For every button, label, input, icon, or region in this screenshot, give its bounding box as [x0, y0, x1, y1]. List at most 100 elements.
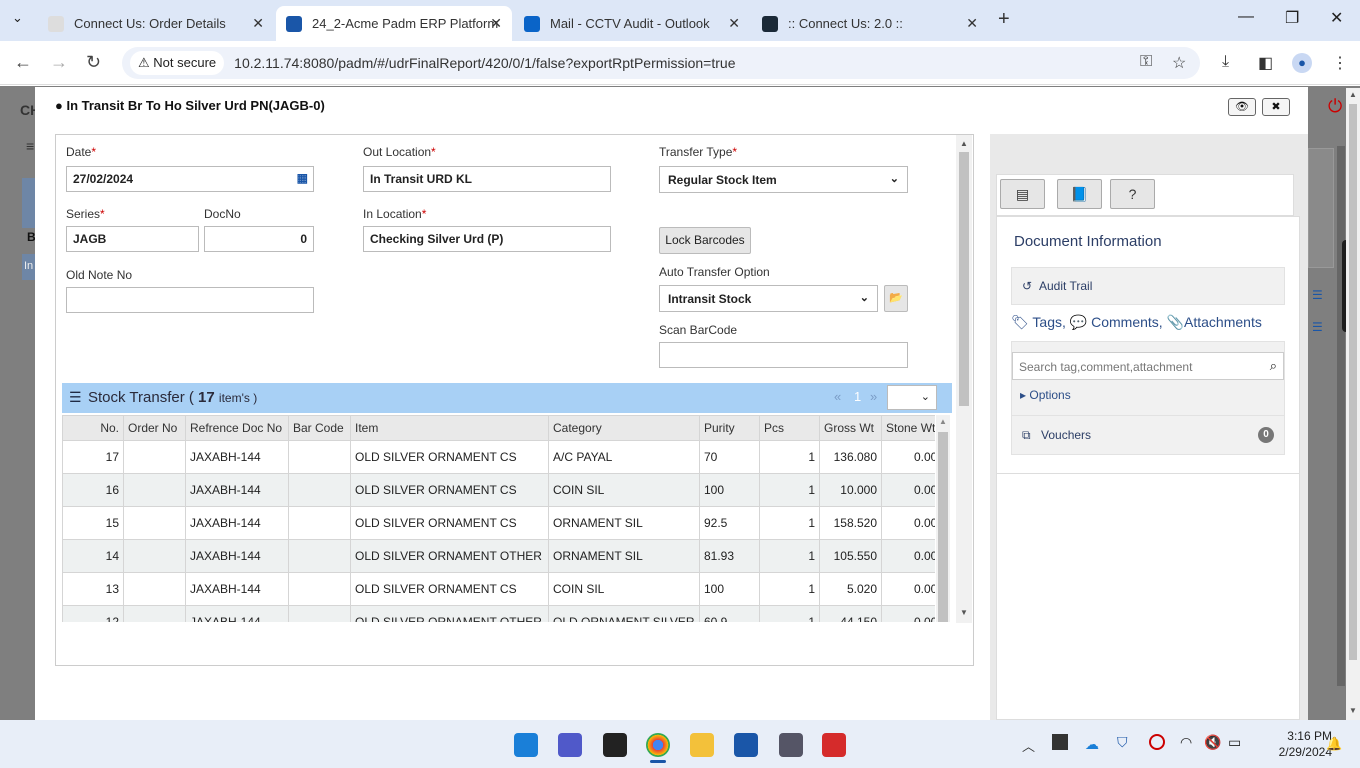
scrollbar-thumb[interactable] [1349, 104, 1357, 660]
back-icon[interactable]: ← [14, 52, 32, 73]
column-header[interactable]: Purity [699, 415, 760, 441]
scrollbar-thumb[interactable] [959, 152, 969, 406]
table-row[interactable]: 15 JAXABH-144 OLD SILVER ORNAMENT CS ORNAME… [62, 506, 935, 540]
new-tab-icon[interactable]: + [998, 8, 1010, 31]
scroll-up-icon[interactable]: ▲ [1349, 90, 1357, 99]
bg-scrollbar[interactable] [1337, 146, 1345, 686]
out-location-input[interactable]: In Transit URD KL [363, 166, 611, 192]
document-list-button[interactable]: ▤ [1000, 179, 1045, 209]
in-location-input[interactable]: Checking Silver Urd (P) [363, 226, 611, 252]
column-header[interactable]: Item [350, 415, 549, 441]
forward-icon[interactable]: → [50, 52, 68, 73]
tags-link[interactable]: Tags, [1032, 314, 1065, 330]
clock-time[interactable]: 3:16 PM [1270, 729, 1332, 743]
pager-prev[interactable]: « [834, 389, 841, 404]
scan-barcode-input[interactable] [659, 342, 908, 368]
auto-transfer-select[interactable]: Intransit Stock ⌄ [659, 285, 878, 312]
close-tab-icon[interactable]: ✕ [966, 15, 978, 32]
profile-avatar[interactable]: ● [1292, 53, 1312, 73]
scrollbar-thumb[interactable] [938, 432, 948, 622]
chevron-up-icon[interactable]: ︿ [1022, 736, 1035, 755]
url-text[interactable]: 10.2.11.74:8080/padm/#/udrFinalReport/42… [234, 55, 735, 71]
word-app-icon[interactable] [734, 733, 758, 757]
series-input[interactable]: JAGB [66, 226, 199, 252]
close-modal-button[interactable]: ✖ [1262, 98, 1290, 116]
old-note-input[interactable] [66, 287, 314, 313]
file-explorer-icon[interactable] [690, 733, 714, 757]
table-row[interactable]: 14 JAXABH-144 OLD SILVER ORNAMENT OTHER ORN… [62, 539, 935, 573]
clock-date[interactable]: 2/29/2024 [1260, 745, 1332, 759]
scroll-down-icon[interactable]: ▼ [1349, 706, 1357, 715]
column-header[interactable]: Category [548, 415, 700, 441]
tab-order-details[interactable]: Connect Us: Order Details ✕ [38, 6, 274, 41]
view-toggle-button[interactable]: 👁 [1228, 98, 1256, 116]
scroll-up-icon[interactable]: ▲ [960, 139, 968, 148]
notes-app-icon[interactable] [603, 733, 627, 757]
tab-erp-platform[interactable]: 24_2-Acme Padm ERP Platform ✕ [276, 6, 512, 41]
wifi-icon[interactable]: ◠ [1180, 734, 1192, 751]
help-button[interactable]: ? [1110, 179, 1155, 209]
notification-bell-icon[interactable]: 🔔 [1326, 736, 1342, 752]
panel-scrollbar[interactable]: ▲ ▼ [956, 135, 972, 623]
password-key-icon[interactable]: ⚿ [1140, 53, 1152, 71]
folder-open-button[interactable]: 📂 [884, 285, 908, 312]
close-tab-icon[interactable]: ✕ [728, 15, 740, 32]
close-tab-icon[interactable]: ✕ [252, 15, 264, 32]
table-row[interactable]: 12 JAXABH-144 OLD SILVER ORNAMENT OTHER OLD… [62, 605, 935, 622]
tray-app-icon[interactable] [1052, 734, 1068, 750]
column-header[interactable]: Gross Wt [819, 415, 882, 441]
page-scrollbar[interactable]: ▲ ▼ [1346, 88, 1360, 720]
not-secure-badge[interactable]: ⚠ Not secure [130, 51, 225, 75]
reload-icon[interactable]: ↻ [86, 52, 101, 73]
transfer-type-select[interactable]: Regular Stock Item ⌄ [659, 166, 908, 193]
download-icon[interactable]: ⤓ [1222, 53, 1229, 71]
table-row[interactable]: 13 JAXABH-144 OLD SILVER ORNAMENT CS COIN S… [62, 572, 935, 606]
record-icon[interactable] [1149, 734, 1165, 750]
remote-app-icon[interactable] [779, 733, 803, 757]
minimize-icon[interactable]: — [1238, 8, 1254, 26]
pager-page[interactable]: 1 [854, 389, 861, 404]
tab-connect-us[interactable]: :: Connect Us: 2.0 :: ✕ [752, 6, 988, 41]
lock-barcodes-button[interactable]: Lock Barcodes [659, 227, 751, 254]
page-size-select[interactable]: ⌄ [887, 385, 937, 410]
tab-outlook-mail[interactable]: Mail - CCTV Audit - Outlook ✕ [514, 6, 750, 41]
tag-search-input[interactable]: Search tag,comment,attachment ⌕ [1012, 352, 1284, 380]
chrome-icon[interactable] [646, 733, 670, 757]
close-tab-icon[interactable]: ✕ [490, 15, 502, 32]
column-header[interactable]: Order No [123, 415, 186, 441]
attachments-link[interactable]: Attachments [1184, 314, 1262, 330]
tab-search-icon[interactable]: ⌄ [12, 10, 23, 26]
column-header[interactable]: Refrence Doc No [185, 415, 289, 441]
pager-next[interactable]: » [870, 389, 877, 404]
table-row[interactable]: 16 JAXABH-144 OLD SILVER ORNAMENT CS COIN S… [62, 473, 935, 507]
power-icon[interactable]: ⏻ [1328, 96, 1342, 117]
side-panel-icon[interactable]: ◧ [1258, 53, 1273, 73]
security-shield-icon[interactable]: ⛉ [1117, 734, 1128, 751]
browser-menu-icon[interactable]: ⋮ [1332, 53, 1348, 73]
restore-icon[interactable]: ❐ [1285, 8, 1299, 28]
docno-input[interactable]: 0 [204, 226, 314, 252]
options-toggle[interactable]: ▸ Options [1020, 388, 1071, 402]
column-header[interactable]: Bar Code [288, 415, 351, 441]
grid-scrollbar[interactable]: ▲ [936, 415, 950, 622]
search-icon[interactable]: ⌕ [1270, 358, 1277, 374]
bookmark-star-icon[interactable]: ☆ [1172, 53, 1186, 73]
scroll-up-icon[interactable]: ▲ [939, 417, 947, 426]
column-header[interactable]: No. [62, 415, 124, 441]
vouchers-row[interactable]: ⧉ Vouchers 0 [1011, 415, 1285, 455]
audit-trail-link[interactable]: Audit Trail [1039, 279, 1092, 293]
comments-link[interactable]: Comments, [1091, 314, 1163, 330]
column-header[interactable]: Stone Wt [881, 415, 935, 441]
audit-trail-row[interactable]: ↺ Audit Trail [1011, 267, 1285, 305]
calendar-icon[interactable]: ▦ [297, 171, 308, 185]
omnibox[interactable]: ⚠ Not secure 10.2.11.74:8080/padm/#/udrF… [122, 47, 1200, 79]
onedrive-icon[interactable]: ☁ [1085, 736, 1099, 753]
teams-icon[interactable] [558, 733, 582, 757]
close-window-icon[interactable]: ✕ [1330, 8, 1343, 28]
battery-icon[interactable]: ▭ [1228, 734, 1241, 751]
date-input[interactable]: 27/02/2024 ▦ [66, 166, 314, 192]
windows-start-icon[interactable] [514, 733, 538, 757]
volume-muted-icon[interactable]: 🔇 [1204, 734, 1221, 751]
scroll-down-icon[interactable]: ▼ [960, 608, 968, 617]
table-row[interactable]: 17 JAXABH-144 OLD SILVER ORNAMENT CS A/C PA… [62, 440, 935, 474]
